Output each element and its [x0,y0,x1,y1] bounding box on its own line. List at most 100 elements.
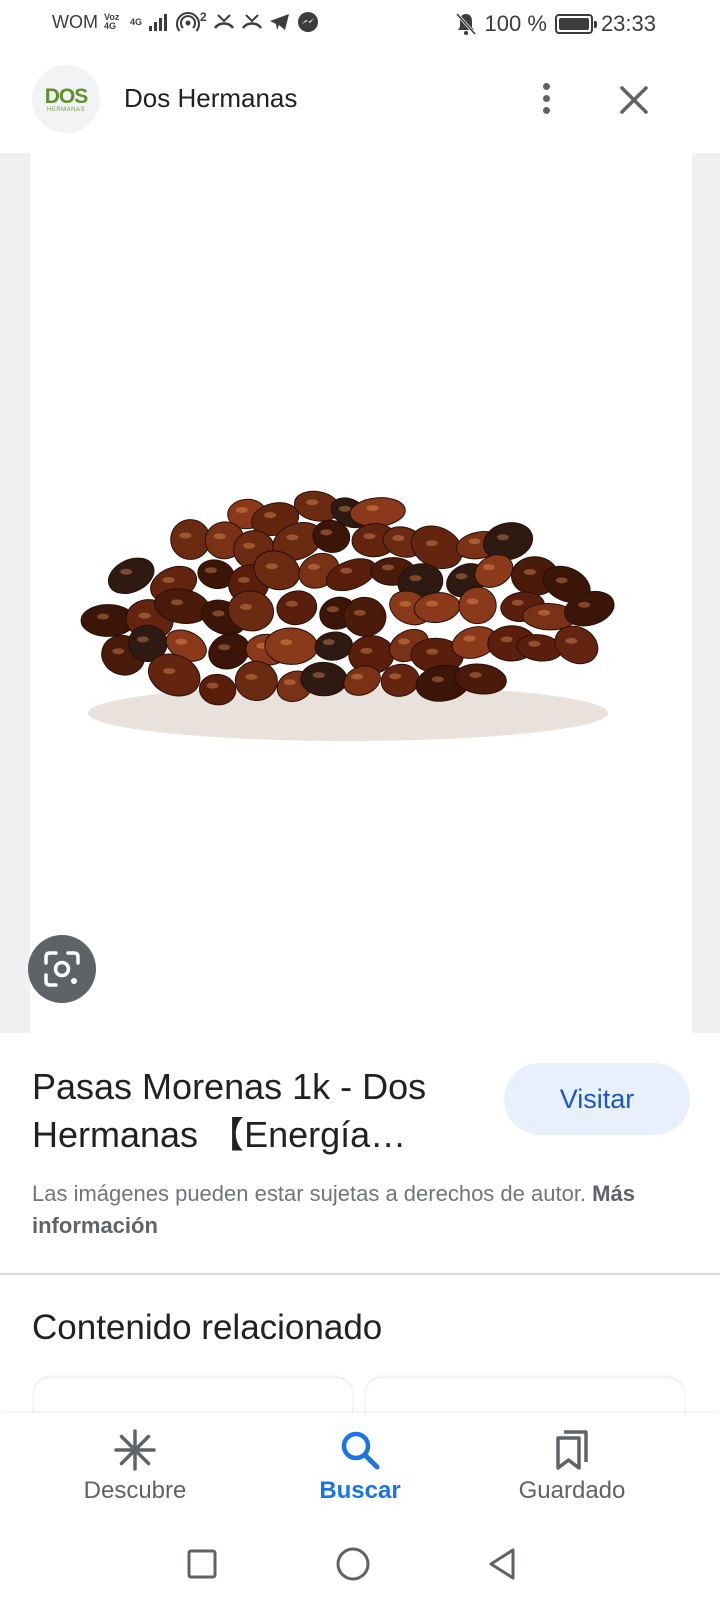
bookmarks-icon [556,1430,588,1470]
viewer-header: DOS HERMANAS Dos Hermanas [0,60,720,140]
raisin-highlight [326,606,339,613]
raisin-highlight [264,512,277,519]
asterisk-icon [114,1429,156,1471]
logo-text: DOS [44,85,89,108]
raisin-highlight [204,567,217,574]
raisin-highlight [163,668,176,674]
status-left: WOM Voz 4G 4G 2 [52,11,319,33]
network-type: 4G [129,16,142,27]
volte-label: Voz 4G [103,12,120,31]
dot-icon [542,106,550,114]
site-logo[interactable]: DOS HERMANAS [32,65,100,133]
back-button[interactable] [480,1542,524,1586]
raisin-highlight [338,505,351,512]
hotspot-count: 2 [200,9,207,24]
raisin-highlight [538,609,551,616]
site-name[interactable]: Dos Hermanas [124,83,297,114]
raisin-highlight [171,599,183,606]
raisin-highlight [500,636,513,643]
raisin-highlight [555,577,568,584]
more-options-button[interactable] [524,76,568,120]
raisin-highlight [179,532,192,539]
related-heading: Contenido relacionado [32,1308,383,1347]
raisin-highlight [306,499,319,506]
raisin-highlight [409,575,422,582]
dot-icon [542,94,550,102]
raisin-highlight [392,535,405,541]
raisin-highlight [468,538,481,545]
raisin-highlight [360,647,373,654]
logo-subtext: HERMANAS [46,107,85,113]
raisin-highlight [426,648,439,655]
product-image[interactable] [30,153,692,1033]
raisin-highlight [239,603,252,610]
raisin-highlight [466,598,479,605]
raisin-highlight [235,507,248,513]
raisin-highlight [497,534,509,541]
visit-button[interactable]: Visitar [504,1063,690,1135]
circle-icon [336,1547,370,1581]
square-icon [187,1549,217,1579]
battery-icon [554,14,597,34]
raisin-highlight [469,672,482,678]
raisin-highlight [426,600,438,607]
carrier-label: WOM [52,11,98,32]
raisin-highlight [265,563,278,570]
raisin-highlight [243,542,256,549]
raisin-highlight [285,600,298,607]
raisin-highlight [455,573,468,580]
raisin-highlight [511,599,524,606]
raisin-highlight [389,673,402,680]
raisin-highlight [312,672,325,679]
raisin-highlight [112,648,125,655]
raisin-highlight [283,679,296,686]
nav-descubre[interactable]: Descubre [45,1425,225,1520]
signal-icon [149,14,167,31]
raisin-highlight [206,682,219,689]
raisin-highlight [120,568,133,575]
result-title[interactable]: Pasas Morenas 1k - Dos Hermanas 【Energía… [32,1063,472,1159]
raisin-highlight [398,638,410,645]
raisin-highlight [578,601,591,608]
raisin [314,631,354,661]
raisin-highlight [212,610,225,617]
raisin-highlight [340,567,353,574]
raisin-highlight [399,600,412,607]
battery-fill [558,18,589,30]
missed-call-icon [213,14,234,29]
clock: 23:33 [600,11,656,36]
raisin-highlight [286,534,299,541]
system-nav-bar [0,1528,720,1600]
nav-label: Guardado [518,1477,626,1504]
home-button[interactable] [331,1542,375,1586]
missed-call-icon-2 [241,14,262,29]
divider [0,1273,720,1275]
raisin-highlight [351,673,363,680]
raisin-highlight [425,540,438,547]
raisin-highlight [565,637,578,644]
close-icon[interactable] [610,76,658,124]
raisin-highlight [138,612,151,619]
telegram-icon [269,14,289,30]
raisin [276,590,318,626]
nav-guardado[interactable]: Guardado [482,1425,662,1520]
raisin-highlight [136,636,149,643]
nav-buscar[interactable]: Buscar [270,1425,450,1520]
google-lens-icon [44,951,80,987]
raisin-highlight [353,609,366,616]
messenger-icon [297,12,318,32]
image-viewer[interactable] [0,153,720,1033]
copyright-note: Las imágenes pueden estar sujetas a dere… [32,1178,692,1242]
lens-button[interactable] [28,935,96,1003]
raisin-highlight [218,644,231,651]
copyright-text: Las imágenes pueden estar sujetas a dere… [32,1181,587,1206]
recent-apps-button[interactable] [180,1542,224,1586]
bell-off-icon [455,12,476,36]
bottom-nav: Descubre Buscar Guardado [0,1413,720,1528]
raisin-highlight [237,576,250,583]
raisin-highlight [97,613,109,620]
search-icon [341,1431,380,1470]
raisin-highlight [366,505,379,512]
raisin-highlight [280,639,293,646]
raisin-highlight [363,533,376,540]
